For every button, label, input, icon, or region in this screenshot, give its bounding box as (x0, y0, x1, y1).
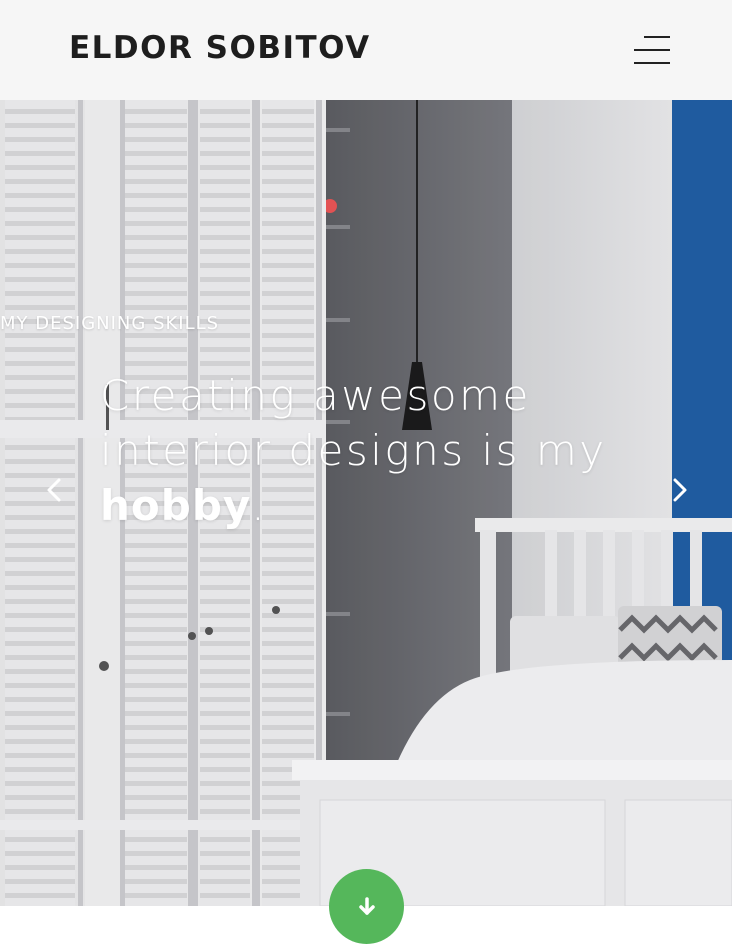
menu-line (634, 49, 670, 51)
menu-line (644, 36, 670, 38)
headline-line-1: Creating awesome (100, 371, 531, 420)
site-header: ELDOR SOBITOV (0, 0, 732, 100)
chevron-right-icon (673, 478, 687, 502)
slider-prev-button[interactable] (40, 475, 70, 505)
scroll-down-button[interactable] (329, 869, 404, 944)
headline-period: . (251, 481, 268, 530)
hero-eyebrow: MY DESIGNING SKILLS (0, 313, 220, 334)
headline-emphasis: hobby (100, 481, 252, 530)
menu-line (634, 62, 670, 64)
headline-line-2: interior designs is my (100, 426, 607, 475)
hero-headline: Creating awesome interior designs is my … (100, 368, 632, 533)
arrow-down-icon (358, 896, 375, 915)
chevron-left-icon (47, 478, 61, 502)
hero-slider: MY DESIGNING SKILLS Creating awesome int… (0, 100, 732, 906)
menu-button[interactable] (628, 30, 674, 70)
slider-next-button[interactable] (664, 475, 694, 505)
brand-logo[interactable]: ELDOR SOBITOV (69, 30, 371, 66)
